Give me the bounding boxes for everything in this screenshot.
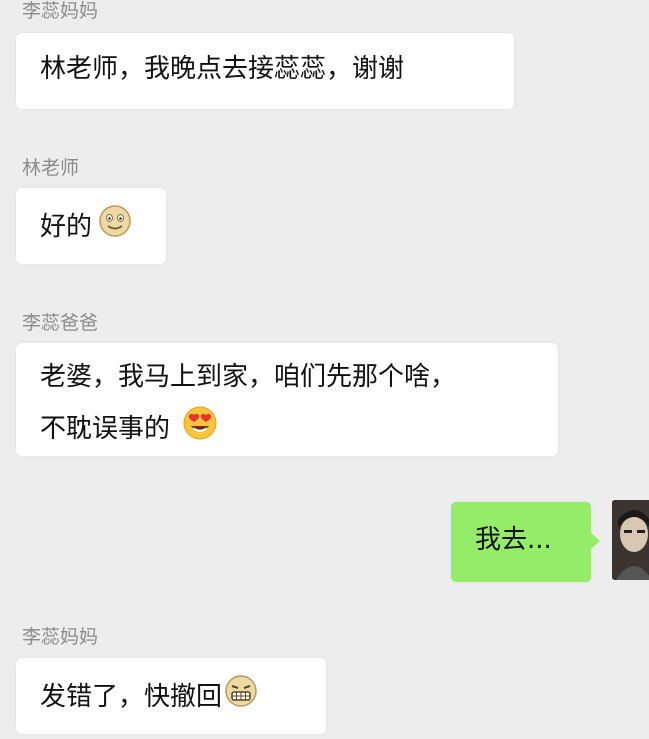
message-text: 发错了，快撤回 (40, 682, 223, 712)
smile-face-icon (98, 204, 132, 250)
message-bubble[interactable]: 发错了，快撤回 (16, 658, 326, 734)
message-text: 不耽误事的 (40, 414, 171, 444)
sender-name: 李蕊妈妈 (22, 0, 99, 22)
heart-eyes-face-icon (182, 405, 218, 453)
grimace-face-icon (224, 674, 258, 720)
sent-message-bubble[interactable]: 我去... (451, 502, 591, 582)
message-text: 林老师，我晚点去接蕊蕊，谢谢 (40, 54, 405, 84)
sender-name: 林老师 (22, 157, 80, 179)
message-text: 老婆，我马上到家，咱们先那个啥， (40, 362, 457, 392)
sender-name: 李蕊爸爸 (22, 312, 99, 334)
message-text: 我去... (475, 525, 552, 555)
message-text: 好的 (40, 212, 93, 242)
message-bubble[interactable]: 林老师，我晚点去接蕊蕊，谢谢 (16, 33, 514, 109)
bubble-tail (591, 533, 600, 549)
message-bubble[interactable]: 老婆，我马上到家，咱们先那个啥， 不耽误事的 (16, 343, 558, 456)
sender-name: 李蕊妈妈 (22, 626, 99, 648)
avatar[interactable] (612, 500, 649, 580)
message-bubble[interactable]: 好的 (16, 188, 166, 264)
